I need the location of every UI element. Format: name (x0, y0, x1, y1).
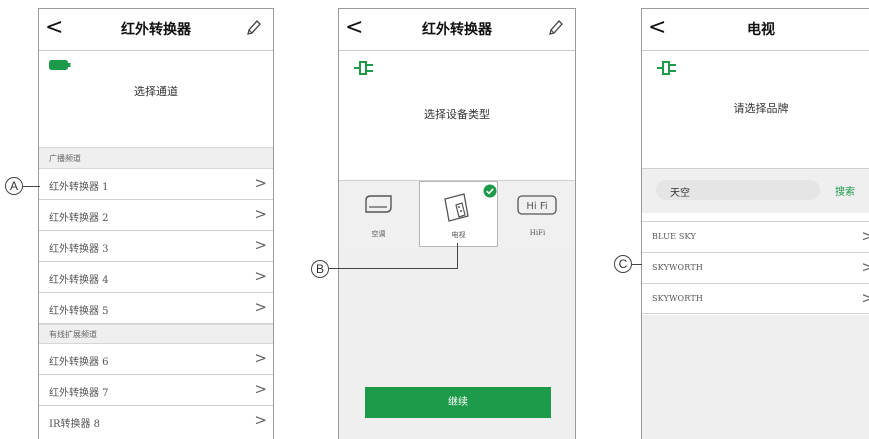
brand-row[interactable]: SKYWORTH > (642, 252, 869, 283)
callout-a: A (5, 177, 23, 195)
search-value: 天空 (670, 188, 690, 199)
check-badge-icon (483, 184, 497, 198)
search-button[interactable]: 搜索 (835, 183, 855, 198)
channel-label: 红外转换器 6 (49, 357, 109, 368)
callout-c-line (632, 264, 642, 265)
channel-row[interactable]: 红外转换器 5 > (39, 293, 273, 324)
device-option-ac[interactable]: 空调 (339, 181, 418, 247)
channel-label: 红外转换器 1 (49, 182, 109, 193)
top-bar: < 电视 (642, 9, 869, 51)
chevron-right-icon: > (254, 411, 267, 429)
channel-row[interactable]: 红外转换器 3 > (39, 231, 273, 262)
chevron-right-icon: > (254, 174, 267, 192)
channel-label: 红外转换器 3 (49, 244, 109, 255)
chevron-right-icon: > (254, 236, 267, 254)
channel-row[interactable]: 红外转换器 4 > (39, 262, 273, 293)
page-title: 红外转换器 (121, 22, 191, 38)
screen-device-type: < 红外转换器 选择设备类型 空调 电视 Hi Fi HiFi 继续 (338, 8, 576, 439)
channel-row[interactable]: 红外转换器 6 > (39, 344, 273, 375)
device-type-prompt: 选择设备类型 (424, 108, 490, 121)
device-type-bar: 空调 电视 Hi Fi HiFi (339, 180, 575, 250)
channel-prompt: 选择通道 (134, 85, 178, 98)
brand-row[interactable]: SKYWORTH > (642, 283, 869, 314)
brand-label: SKYWORTH (652, 294, 704, 303)
channel-row[interactable]: 红外转换器 1 > (39, 169, 273, 200)
page-title: 电视 (747, 22, 775, 38)
chevron-right-icon: > (254, 298, 267, 316)
search-input[interactable]: 天空 (656, 180, 820, 200)
chevron-right-icon: > (861, 258, 869, 276)
screen-channel-select: < 红外转换器 选择通道 广播频道 红外转换器 1 > 红外转换器 2 > 红外… (38, 8, 274, 439)
chevron-right-icon: > (254, 205, 267, 223)
air-conditioner-icon (365, 195, 392, 213)
device-label: 电视 (451, 231, 466, 239)
tv-remote-icon (444, 193, 469, 222)
plug-icon (657, 61, 676, 75)
callout-a-line (23, 186, 40, 187)
section-broadcast: 广播频道 (39, 147, 273, 169)
device-label: 空调 (371, 230, 386, 238)
battery-icon (49, 60, 71, 70)
pencil-icon[interactable] (245, 18, 263, 38)
device-option-hifi[interactable]: Hi Fi HiFi (498, 181, 575, 247)
section-wired: 有线扩展频道 (39, 324, 273, 344)
top-bar: < 红外转换器 (339, 9, 575, 51)
chevron-right-icon: > (861, 227, 869, 245)
plug-icon (354, 61, 373, 75)
channel-label: 红外转换器 5 (49, 306, 109, 317)
brand-label: BLUE SKY (652, 232, 697, 241)
brand-label: SKYWORTH (652, 263, 704, 272)
callout-b-line (329, 268, 458, 269)
content-area (642, 315, 869, 439)
channel-label: IR转换器 8 (49, 419, 101, 430)
device-label: HiFi (529, 229, 546, 237)
brand-row[interactable]: BLUE SKY > (642, 221, 869, 252)
brand-prompt: 请选择品牌 (733, 102, 789, 115)
hifi-icon: Hi Fi (517, 195, 557, 215)
pencil-icon[interactable] (547, 18, 565, 38)
channel-label: 红外转换器 4 (49, 275, 109, 286)
svg-text:Hi Fi: Hi Fi (526, 201, 547, 212)
page-title: 红外转换器 (422, 22, 492, 38)
channel-row[interactable]: IR转换器 8 > (39, 406, 273, 437)
chevron-right-icon: > (254, 349, 267, 367)
callout-b: B (311, 260, 329, 278)
screen-brand-select: < 电视 请选择品牌 天空 搜索 BLUE SKY > SKYWORTH > S… (641, 8, 869, 439)
chevron-right-icon: > (254, 380, 267, 398)
channel-row[interactable]: 红外转换器 7 > (39, 375, 273, 406)
channel-label: 红外转换器 2 (49, 213, 109, 224)
device-option-tv[interactable]: 电视 (419, 181, 498, 247)
chevron-right-icon: > (861, 289, 869, 307)
channel-label: 红外转换器 7 (49, 388, 109, 399)
top-bar: < 红外转换器 (39, 9, 273, 51)
chevron-right-icon: > (254, 267, 267, 285)
callout-c: C (614, 255, 632, 273)
callout-b-line-vertical (457, 243, 458, 269)
continue-button[interactable]: 继续 (365, 387, 551, 418)
channel-row[interactable]: 红外转换器 2 > (39, 200, 273, 231)
